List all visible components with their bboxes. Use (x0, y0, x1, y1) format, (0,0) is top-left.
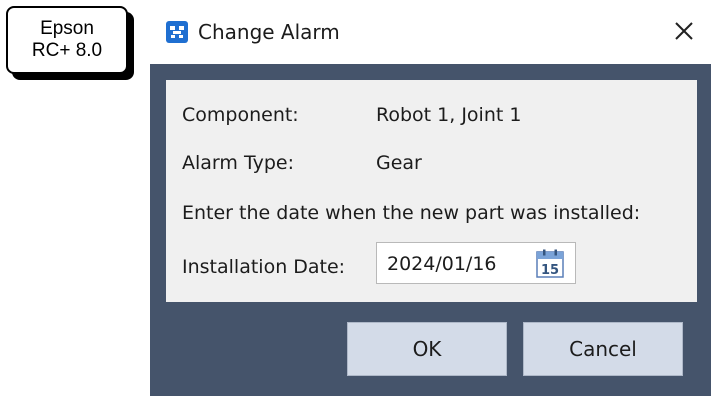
change-alarm-dialog: Change Alarm Component: Robot 1, Joint 1… (150, 0, 711, 396)
ok-button[interactable]: OK (347, 322, 507, 376)
dialog-title: Change Alarm (198, 20, 340, 44)
close-icon[interactable] (671, 18, 697, 44)
cancel-button[interactable]: Cancel (523, 322, 683, 376)
installation-prompt: Enter the date when the new part was ins… (182, 202, 641, 224)
badge-line-1: Epson (40, 18, 94, 39)
version-badge: Epson RC+ 8.0 (6, 6, 128, 74)
calendar-icon[interactable]: 15 (535, 249, 565, 279)
title-bar: Change Alarm (150, 0, 711, 64)
calendar-day-number: 15 (541, 263, 559, 278)
installation-date-label: Installation Date: (182, 256, 346, 278)
alarm-type-value: Gear (376, 152, 422, 174)
component-value: Robot 1, Joint 1 (376, 104, 522, 126)
alarm-type-label: Alarm Type: (182, 152, 294, 174)
installation-date-value[interactable]: 2024/01/16 (387, 253, 497, 275)
app-icon (166, 21, 188, 43)
installation-date-picker[interactable]: 2024/01/16 15 (376, 242, 576, 284)
dialog-content-panel: Component: Robot 1, Joint 1 Alarm Type: … (166, 80, 697, 302)
badge-line-2: RC+ 8.0 (31, 40, 103, 61)
component-label: Component: (182, 104, 299, 126)
